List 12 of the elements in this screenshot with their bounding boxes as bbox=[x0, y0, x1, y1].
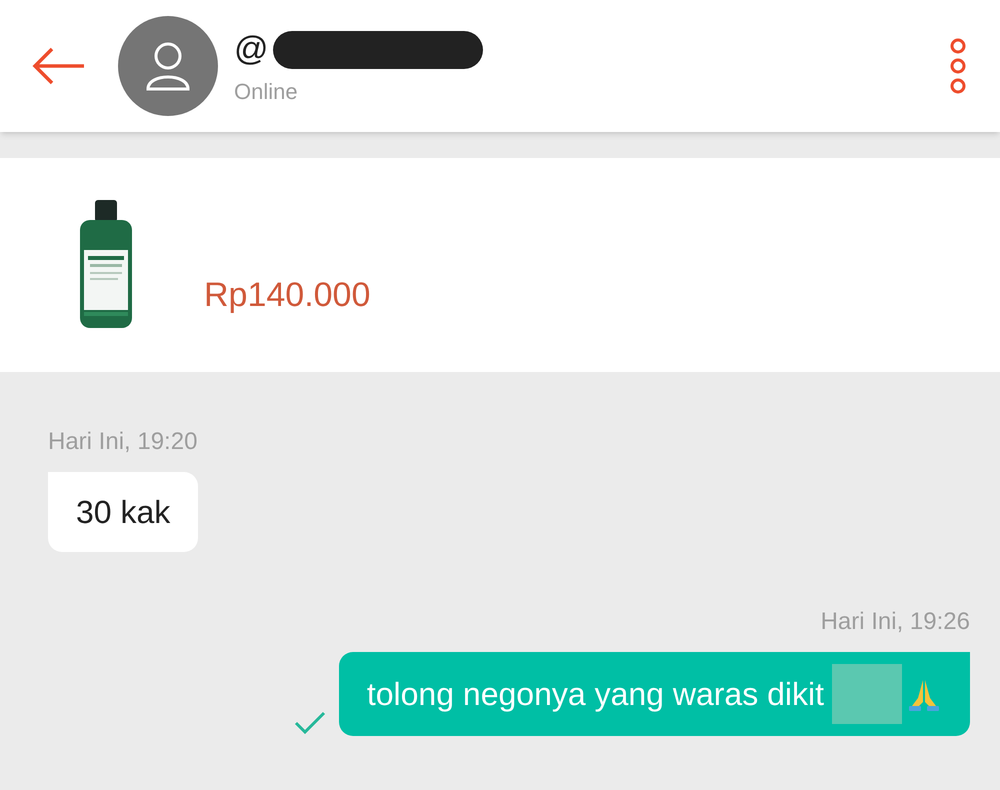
more-options-icon[interactable] bbox=[948, 38, 968, 94]
person-icon bbox=[145, 41, 191, 91]
product-price: Rp140.000 bbox=[204, 274, 370, 316]
online-status: Online bbox=[234, 78, 299, 106]
message-time: Hari Ini, 19:26 bbox=[820, 607, 970, 637]
message-bubble: 30 kak bbox=[48, 472, 198, 552]
message-text: tolong negonya yang waras dikit bbox=[366, 675, 824, 714]
contact-name: @ bbox=[234, 29, 269, 70]
redaction-block bbox=[832, 664, 902, 724]
back-arrow-icon[interactable] bbox=[32, 46, 86, 86]
product-card[interactable]: Rp140.000 bbox=[0, 158, 1000, 372]
message-time: Hari Ini, 19:20 bbox=[48, 427, 198, 457]
